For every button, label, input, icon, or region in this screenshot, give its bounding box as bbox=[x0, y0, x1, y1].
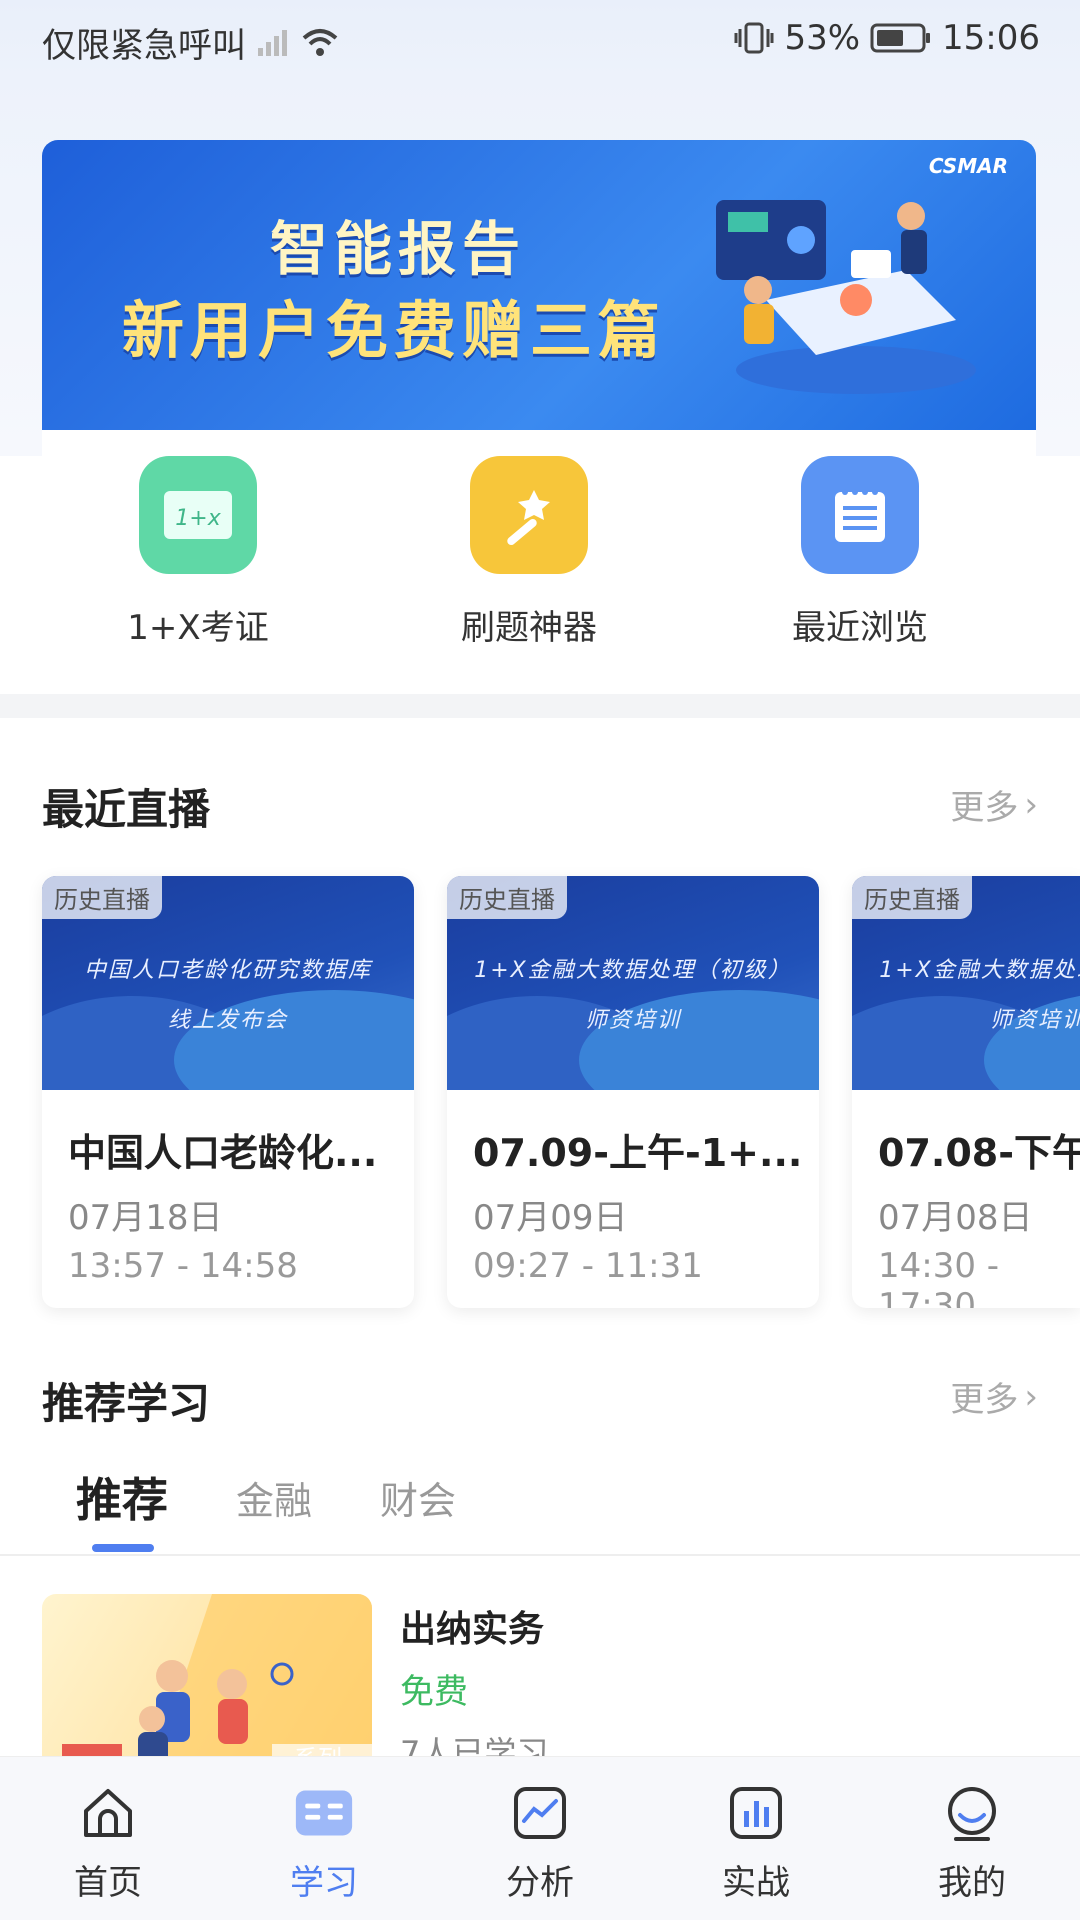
section-divider bbox=[0, 694, 1080, 718]
notepad-icon bbox=[801, 456, 919, 574]
live-time: 13:57 - 14:58 bbox=[68, 1246, 298, 1286]
live-time: 14:30 - 17:30 bbox=[878, 1246, 1000, 1308]
course-thumbnail: 系列 bbox=[42, 1594, 372, 1774]
nav-home[interactable]: 首页 bbox=[38, 1783, 178, 1904]
live-tag: 历史直播 bbox=[852, 876, 972, 919]
course-item[interactable]: 系列 出纳实务 免费 7人已学习 bbox=[42, 1594, 1038, 1774]
quick-actions: 1+x 1+X考证 刷题神器 最近浏览 bbox=[42, 430, 1036, 680]
study-icon bbox=[294, 1783, 354, 1843]
nav-label: 分析 bbox=[506, 1863, 574, 1903]
meeting-illustration bbox=[716, 200, 976, 394]
live-date: 07月18日 bbox=[68, 1198, 223, 1238]
live-more-link[interactable]: 更多 › bbox=[950, 780, 1038, 829]
more-label: 更多 bbox=[950, 1380, 1019, 1420]
nav-label: 学习 bbox=[290, 1863, 358, 1903]
course-title: 出纳实务 bbox=[400, 1609, 545, 1650]
quick-label: 最近浏览 bbox=[792, 608, 928, 648]
quick-question-bank[interactable]: 刷题神器 bbox=[429, 456, 629, 649]
chevron-right-icon: › bbox=[1024, 1376, 1038, 1417]
vibrate-icon bbox=[734, 22, 774, 54]
live-title: 中国人口老龄化... bbox=[68, 1131, 378, 1175]
nav-label: 实战 bbox=[722, 1863, 790, 1903]
thumb-text: 中国人口老龄化研究数据库 bbox=[83, 958, 372, 983]
thumb-text: 1+X金融大数据处理（初级） bbox=[879, 958, 1080, 983]
practice-icon bbox=[726, 1783, 786, 1843]
active-tab-indicator bbox=[92, 1544, 154, 1552]
banner-subheadline: 新用户免费赠三篇 bbox=[122, 294, 667, 367]
promo-banner[interactable]: CSMAR 智能报告 新用户免费赠三篇 bbox=[42, 140, 1036, 430]
status-left: 仅限紧急呼叫 bbox=[42, 18, 340, 67]
nav-profile[interactable]: 我的 bbox=[902, 1783, 1042, 1904]
quick-label: 刷题神器 bbox=[461, 608, 597, 648]
tab-finance[interactable]: 金融 bbox=[236, 1470, 312, 1525]
thumb-text: 师资培训 bbox=[584, 1008, 681, 1033]
more-label: 更多 bbox=[950, 788, 1019, 828]
recommend-more-link[interactable]: 更多 › bbox=[950, 1372, 1038, 1421]
live-date: 07月09日 bbox=[473, 1198, 628, 1238]
live-card[interactable]: 历史直播 1+X金融大数据处理（初级） 师资培训 07.09-上午-1+... … bbox=[447, 876, 819, 1308]
battery-percent: 53% bbox=[784, 18, 861, 58]
quick-recent-browse[interactable]: 最近浏览 bbox=[760, 456, 960, 649]
live-section-title: 最近直播 bbox=[42, 785, 211, 834]
home-icon bbox=[78, 1783, 138, 1843]
bottom-nav: 首页 学习 分析 实战 我的 bbox=[0, 1756, 1080, 1920]
nav-study[interactable]: 学习 bbox=[254, 1783, 394, 1904]
nav-practice[interactable]: 实战 bbox=[686, 1783, 826, 1904]
nav-label: 首页 bbox=[74, 1863, 142, 1903]
nav-analysis[interactable]: 分析 bbox=[470, 1783, 610, 1904]
book-1x-icon: 1+x bbox=[139, 456, 257, 574]
live-tag: 历史直播 bbox=[447, 876, 567, 919]
brand-logo: CSMAR bbox=[928, 154, 1008, 178]
battery-icon bbox=[870, 23, 931, 53]
live-thumbnail: 历史直播 中国人口老龄化研究数据库 线上发布会 bbox=[42, 876, 414, 1090]
nav-label: 我的 bbox=[938, 1863, 1006, 1903]
chevron-right-icon: › bbox=[1024, 784, 1038, 825]
live-thumbnail: 历史直播 1+X金融大数据处理（初级） 师资培训 bbox=[852, 876, 1080, 1090]
magic-wand-icon bbox=[470, 456, 588, 574]
tab-recommend[interactable]: 推荐 bbox=[76, 1464, 168, 1530]
quick-label: 1+X考证 bbox=[127, 608, 269, 648]
thumb-text: 1+X金融大数据处理（初级） bbox=[474, 958, 792, 983]
course-price: 免费 bbox=[400, 1672, 468, 1712]
quick-1x-cert[interactable]: 1+x 1+X考证 bbox=[98, 456, 298, 649]
status-bar: 仅限紧急呼叫 53% 15:06 bbox=[0, 0, 1080, 76]
live-title: 07.08-下午-1+... bbox=[878, 1131, 1080, 1175]
clock: 15:06 bbox=[942, 18, 1040, 58]
thumb-text: 师资培训 bbox=[989, 1008, 1080, 1033]
recommend-section-title: 推荐学习 bbox=[42, 1379, 211, 1428]
live-tag: 历史直播 bbox=[42, 876, 162, 919]
live-card[interactable]: 历史直播 中国人口老龄化研究数据库 线上发布会 中国人口老龄化... 07月18… bbox=[42, 876, 414, 1308]
carrier-text: 仅限紧急呼叫 bbox=[42, 26, 246, 66]
banner-headline: 智能报告 bbox=[270, 215, 527, 283]
status-right: 53% 15:06 bbox=[734, 18, 1040, 58]
thumb-text: 线上发布会 bbox=[167, 1008, 288, 1033]
live-date: 07月08日 bbox=[878, 1198, 1033, 1238]
wifi-icon bbox=[302, 28, 338, 56]
live-title: 07.09-上午-1+... bbox=[473, 1131, 803, 1175]
icon-1x-text: 1+x bbox=[175, 506, 221, 531]
live-time: 09:27 - 11:31 bbox=[473, 1246, 703, 1286]
live-thumbnail: 历史直播 1+X金融大数据处理（初级） 师资培训 bbox=[447, 876, 819, 1090]
analysis-icon bbox=[510, 1783, 570, 1843]
live-card[interactable]: 历史直播 1+X金融大数据处理（初级） 师资培训 07.08-下午-1+... … bbox=[852, 876, 1080, 1308]
profile-icon bbox=[942, 1783, 1002, 1843]
category-tabs: 推荐 金融 财会 bbox=[0, 1464, 1080, 1556]
tab-accounting[interactable]: 财会 bbox=[380, 1470, 456, 1525]
signal-icon bbox=[258, 29, 287, 56]
